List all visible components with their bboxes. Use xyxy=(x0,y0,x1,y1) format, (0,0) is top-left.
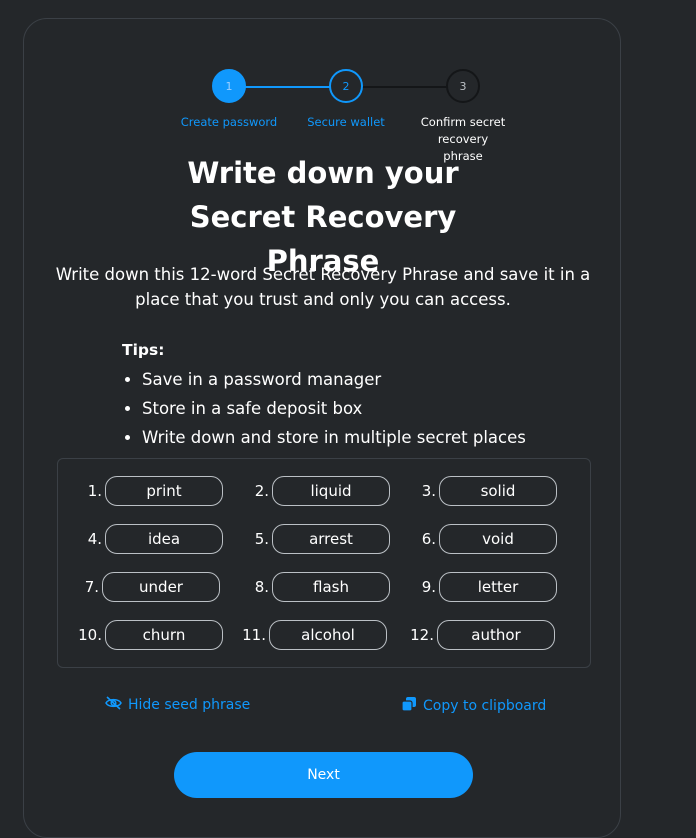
word-number: 2. xyxy=(254,482,269,500)
phrase-word-9: 9. letter xyxy=(406,571,557,603)
word-number: 4. xyxy=(87,530,102,548)
progress-stepper: 1 2 3 Create password Secure wallet Conf… xyxy=(24,19,620,163)
word-chip: alcohol xyxy=(269,620,387,650)
word-number: 8. xyxy=(254,578,269,596)
phrase-word-1: 1. print xyxy=(72,475,223,507)
tips-title: Tips: xyxy=(122,341,165,359)
tips-section: Tips: Save in a password manager Store i… xyxy=(122,339,582,452)
step-3-circle: 3 xyxy=(446,69,480,103)
phrase-word-6: 6. void xyxy=(406,523,557,555)
step-1-label: Create password xyxy=(180,115,278,129)
phrase-word-11: 11. alcohol xyxy=(236,619,387,651)
word-chip: flash xyxy=(272,572,390,602)
phrase-word-10: 10. churn xyxy=(72,619,223,651)
word-chip: solid xyxy=(439,476,557,506)
tip-item: Store in a safe deposit box xyxy=(142,394,582,423)
word-chip: void xyxy=(439,524,557,554)
phrase-word-4: 4. idea xyxy=(72,523,223,555)
phrase-word-7: 7. under xyxy=(69,571,220,603)
phrase-word-3: 3. solid xyxy=(406,475,557,507)
word-chip: liquid xyxy=(272,476,390,506)
tips-list: Save in a password manager Store in a sa… xyxy=(122,365,582,452)
word-number: 7. xyxy=(84,578,99,596)
copy-to-clipboard-label: Copy to clipboard xyxy=(423,698,547,714)
step-2-circle: 2 xyxy=(329,69,363,103)
page-description: Write down this 12-word Secret Recovery … xyxy=(55,265,591,309)
word-chip: under xyxy=(102,572,220,602)
phrase-word-5: 5. arrest xyxy=(239,523,390,555)
onboarding-card: 1 2 3 Create password Secure wallet Conf… xyxy=(23,18,621,838)
hide-seed-phrase-button[interactable]: Hide seed phrase xyxy=(105,696,250,714)
phrase-word-8: 8. flash xyxy=(239,571,390,603)
step-1-circle: 1 xyxy=(212,69,246,103)
word-number: 1. xyxy=(87,482,102,500)
next-button[interactable]: Next xyxy=(174,752,473,798)
word-number: 12. xyxy=(410,626,434,644)
word-number: 10. xyxy=(78,626,102,644)
phrase-word-2: 2. liquid xyxy=(239,475,390,507)
eye-slash-icon xyxy=(105,696,122,714)
phrase-word-12: 12. author xyxy=(404,619,555,651)
copy-icon xyxy=(401,696,417,716)
word-number: 6. xyxy=(421,530,436,548)
copy-to-clipboard-button[interactable]: Copy to clipboard xyxy=(401,696,546,716)
word-chip: arrest xyxy=(272,524,390,554)
word-number: 9. xyxy=(421,578,436,596)
tip-item: Save in a password manager xyxy=(142,365,582,394)
word-number: 11. xyxy=(242,626,266,644)
word-number: 5. xyxy=(254,530,269,548)
word-chip: churn xyxy=(105,620,223,650)
phrase-actions: Hide seed phrase Copy to clipboard xyxy=(24,696,620,720)
step-2-label: Secure wallet xyxy=(307,115,385,129)
word-number: 3. xyxy=(421,482,436,500)
word-chip: idea xyxy=(105,524,223,554)
tip-item: Write down and store in multiple secret … xyxy=(142,423,582,452)
hide-seed-phrase-label: Hide seed phrase xyxy=(128,697,251,713)
word-chip: author xyxy=(437,620,555,650)
word-chip: print xyxy=(105,476,223,506)
recovery-phrase-grid: 1. print 2. liquid 3. solid 4. idea 5. a… xyxy=(57,458,591,668)
word-chip: letter xyxy=(439,572,557,602)
